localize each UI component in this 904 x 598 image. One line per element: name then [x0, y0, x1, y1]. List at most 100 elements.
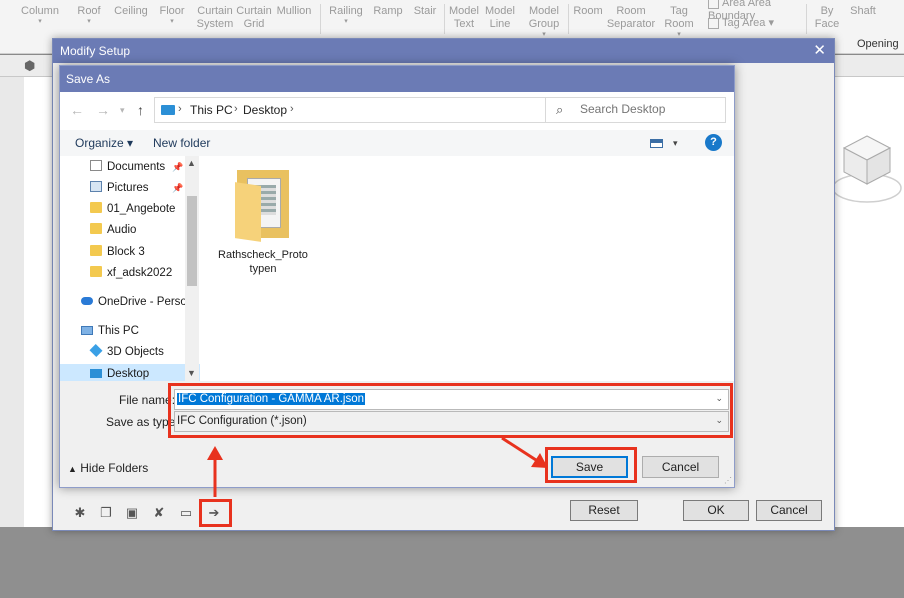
ribbon-roof-button[interactable]: Roof ▾: [74, 5, 104, 26]
load-setup-icon[interactable]: ▭: [177, 505, 195, 521]
breadcrumb-this-pc[interactable]: This PC: [190, 103, 233, 117]
ribbon-model-group-button[interactable]: Model Group ▾: [524, 5, 564, 39]
folder-name-line-1: Rathscheck_Proto: [218, 249, 308, 261]
tree-item-xf-adsk2022[interactable]: xf_adsk2022: [60, 263, 200, 283]
project-browser-edge: [0, 77, 24, 527]
folder-icon: [90, 266, 102, 277]
ribbon-label: Shaft: [850, 5, 876, 17]
document-icon: [90, 160, 102, 171]
tree-item-label: 3D Objects: [107, 346, 164, 358]
desktop-icon: [90, 369, 102, 378]
ribbon-room-separator-button[interactable]: Room Separator: [606, 5, 656, 31]
hide-folders-toggle[interactable]: ▲ Hide Folders: [68, 461, 148, 475]
scroll-down-icon[interactable]: ▼: [187, 368, 196, 378]
ribbon-mullion-button[interactable]: Mullion: [274, 5, 314, 18]
duplicate-setup-icon[interactable]: ❐: [97, 505, 115, 521]
rename-setup-icon[interactable]: ▣: [123, 505, 141, 521]
ok-button[interactable]: OK: [683, 500, 749, 521]
ribbon-label: Model Group: [528, 5, 560, 30]
search-icon: ⌕: [556, 102, 564, 117]
hide-folders-label: Hide Folders: [80, 461, 149, 475]
folder-icon: [235, 168, 291, 242]
tree-item-label: Pictures: [107, 182, 149, 194]
3d-view-icon[interactable]: ⬢: [24, 59, 38, 73]
search-input[interactable]: [580, 102, 720, 116]
viewcube-icon[interactable]: [832, 128, 902, 208]
tree-item-label: 01_Angebote: [107, 203, 176, 215]
tree-item-block-3[interactable]: Block 3: [60, 242, 200, 262]
recent-locations-icon[interactable]: ▾: [120, 105, 125, 116]
up-arrow-icon[interactable]: ↑: [137, 102, 144, 118]
ribbon-floor-button[interactable]: Floor ▾: [156, 5, 188, 26]
ribbon-ceiling-button[interactable]: Ceiling: [112, 5, 150, 18]
pin-icon[interactable]: 📌: [172, 157, 183, 177]
ribbon-label: Room Separator: [606, 5, 656, 30]
ribbon-label: Tag Area: [722, 17, 766, 29]
ribbon-label: Model Text: [449, 5, 479, 30]
tree-item-3d-objects[interactable]: 3D Objects: [60, 342, 200, 362]
ribbon-label: Room: [573, 5, 603, 17]
help-icon[interactable]: ?: [705, 134, 722, 151]
ribbon-stair-button[interactable]: Stair: [410, 5, 440, 18]
reset-button[interactable]: Reset: [570, 500, 638, 521]
ribbon-label: Model Line: [485, 5, 515, 30]
ribbon-tag-room-button[interactable]: Tag Room ▾: [662, 5, 696, 39]
folder-name: Rathscheck_Proto typen: [218, 248, 308, 276]
tree-item-pictures[interactable]: Pictures 📌: [60, 178, 200, 198]
close-icon[interactable]: ✕: [813, 39, 826, 63]
folder-item-rathscheck-prototypen[interactable]: Rathscheck_Proto typen: [218, 168, 308, 278]
ribbon-label: Mullion: [276, 5, 312, 17]
breadcrumb-desktop[interactable]: Desktop: [243, 103, 287, 117]
cancel-button[interactable]: Cancel: [756, 500, 822, 521]
tree-scrollbar[interactable]: ▲ ▼: [185, 156, 199, 381]
ribbon-model-text-button[interactable]: Model Text: [448, 5, 480, 31]
ribbon-ramp-button[interactable]: Ramp: [372, 5, 404, 18]
new-folder-button[interactable]: New folder: [153, 136, 210, 150]
navigation-bar: ← → ▾ ↑ › This PC › Desktop › ⌄ ↻ ⌕: [60, 92, 734, 130]
search-box[interactable]: ⌕: [545, 97, 726, 123]
ribbon-label: Column: [21, 5, 59, 17]
tree-item-01-angebote[interactable]: 01_Angebote: [60, 199, 200, 219]
tree-item-this-pc[interactable]: This PC: [60, 321, 200, 341]
ribbon-tag-area-button[interactable]: Tag Area ▾: [708, 17, 798, 30]
scroll-up-icon[interactable]: ▲: [187, 158, 196, 168]
pictures-icon: [90, 181, 102, 192]
ribbon-label: Railing: [329, 5, 363, 17]
tree-item-desktop[interactable]: Desktop: [60, 364, 200, 381]
address-bar[interactable]: › This PC › Desktop › ⌄ ↻: [154, 97, 586, 123]
ribbon-column-button[interactable]: Column ▾: [20, 5, 60, 26]
tree-item-onedrive[interactable]: OneDrive - Person: [60, 292, 200, 312]
change-view-icon[interactable]: [650, 139, 663, 148]
pin-icon[interactable]: 📌: [172, 178, 183, 198]
ribbon-by-face-button[interactable]: By Face: [812, 5, 842, 31]
folder-icon: [90, 245, 102, 256]
resize-grip-icon[interactable]: ⋰: [724, 476, 732, 485]
file-name-label: File name:: [119, 393, 176, 407]
organize-menu[interactable]: Organize ▾: [75, 136, 133, 150]
ribbon-room-button[interactable]: Room: [570, 5, 606, 18]
scroll-thumb[interactable]: [187, 196, 197, 286]
view-options-dropdown-icon[interactable]: ▾: [673, 138, 678, 149]
back-arrow-icon[interactable]: ←: [70, 102, 84, 118]
ribbon-railing-button[interactable]: Railing ▾: [326, 5, 366, 26]
forward-arrow-icon[interactable]: →: [96, 102, 110, 118]
tree-item-documents[interactable]: Documents 📌: [60, 157, 200, 177]
ribbon-model-line-button[interactable]: Model Line: [484, 5, 516, 31]
ribbon-curtain-system-button[interactable]: Curtain System: [196, 5, 234, 31]
tree-item-label: Block 3: [107, 246, 145, 258]
new-setup-icon[interactable]: ✱: [71, 505, 89, 521]
delete-setup-icon[interactable]: ✘: [150, 505, 168, 521]
ribbon-curtain-grid-button[interactable]: Curtain Grid: [236, 5, 272, 31]
file-list: Rathscheck_Proto typen: [200, 156, 734, 381]
tree-item-label: Documents: [107, 161, 166, 173]
this-pc-icon: [161, 105, 175, 115]
tree-item-audio[interactable]: Audio: [60, 220, 200, 240]
ribbon-label: Ramp: [373, 5, 403, 17]
ribbon-label: Tag Room: [664, 5, 694, 30]
cancel-save-button[interactable]: Cancel: [642, 456, 719, 478]
chevron-up-icon: ▲: [68, 464, 77, 474]
modify-setup-title: Modify Setup: [60, 44, 131, 58]
highlight-save-setup-icon: [199, 499, 232, 527]
folder-icon: [90, 202, 102, 213]
ribbon-shaft-button[interactable]: Shaft: [846, 5, 880, 18]
